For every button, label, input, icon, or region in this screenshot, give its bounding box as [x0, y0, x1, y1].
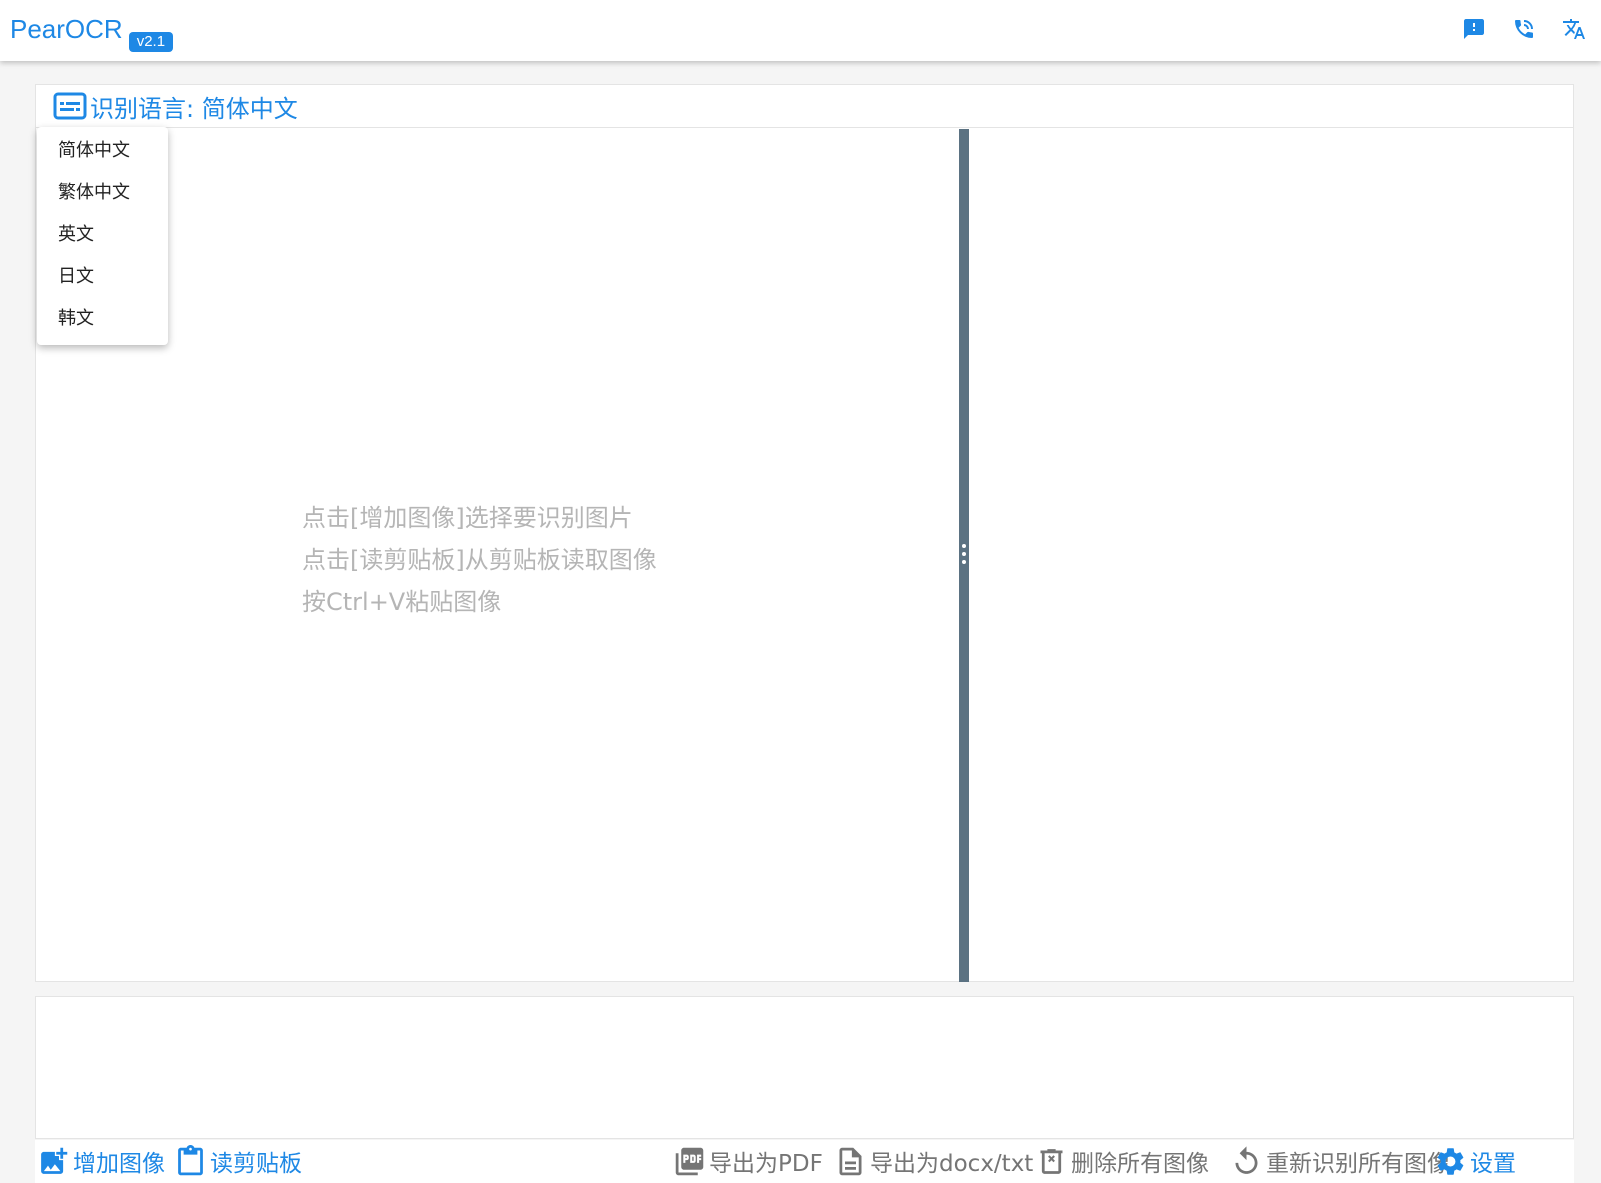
language-label: 识别语言: 简体中文	[90, 94, 298, 123]
settings-button[interactable]: 设置	[1434, 1143, 1516, 1179]
drag-handle-icon	[962, 544, 966, 566]
translate-icon[interactable]	[1561, 16, 1587, 42]
version-badge: v2.1	[128, 32, 174, 52]
export-docx-label: 导出为docx/txt	[870, 1151, 1034, 1177]
subtitles-icon	[53, 92, 87, 120]
hint-line: 点击[增加图像]选择要识别图片	[302, 504, 633, 532]
language-option-japanese[interactable]: 日文	[37, 257, 168, 299]
language-bar: 识别语言: 简体中文	[36, 85, 1573, 128]
bottom-toolbar: 增加图像 读剪贴板 导出为PDF 导出为docx/txt 删除所有图像 重新识别…	[35, 1140, 1574, 1183]
empty-hint: 点击[增加图像]选择要识别图片 点击[读剪贴板]从剪贴板读取图像 按Ctrl+V…	[302, 497, 657, 623]
pdf-icon	[675, 1147, 704, 1175]
delete-all-button[interactable]: 删除所有图像	[1035, 1143, 1209, 1179]
language-option-english[interactable]: 英文	[37, 215, 168, 257]
read-clipboard-button[interactable]: 读剪贴板	[174, 1143, 302, 1179]
hint-line: 按Ctrl+V粘贴图像	[302, 588, 502, 616]
language-menu: 简体中文 繁体中文 英文 日文 韩文	[37, 127, 168, 345]
language-option-korean[interactable]: 韩文	[37, 299, 168, 341]
gear-icon	[1437, 1147, 1464, 1175]
hint-line: 点击[读剪贴板]从剪贴板读取图像	[302, 546, 657, 574]
export-docx-button[interactable]: 导出为docx/txt	[834, 1143, 1033, 1179]
app-header: PearOCR v2.1	[0, 0, 1601, 61]
delete-icon	[1040, 1148, 1063, 1174]
add-photo-icon	[41, 1147, 68, 1174]
brand: PearOCR v2.1	[10, 14, 174, 52]
language-selector[interactable]: 识别语言: 简体中文	[53, 89, 298, 124]
header-actions	[1461, 16, 1587, 42]
thumbnail-strip[interactable]	[35, 996, 1574, 1139]
contact-phone-icon[interactable]	[1511, 16, 1537, 42]
result-pane[interactable]	[969, 129, 1573, 982]
app-title: PearOCR	[10, 14, 123, 44]
language-option-traditional-chinese[interactable]: 繁体中文	[37, 173, 168, 215]
delete-all-label: 删除所有图像	[1071, 1151, 1209, 1177]
app-window: PearOCR v2.1 识别语言: 简体中文 点击[增加图像]选择要识别图片 …	[0, 0, 1601, 1183]
document-icon	[839, 1147, 862, 1175]
image-drop-area[interactable]: 点击[增加图像]选择要识别图片 点击[读剪贴板]从剪贴板读取图像 按Ctrl+V…	[36, 129, 959, 982]
feedback-icon[interactable]	[1461, 16, 1487, 42]
language-option-simplified-chinese[interactable]: 简体中文	[37, 131, 168, 173]
add-image-label: 增加图像	[73, 1151, 165, 1177]
export-pdf-label: 导出为PDF	[709, 1151, 823, 1177]
refresh-icon	[1235, 1145, 1258, 1174]
export-pdf-button[interactable]: 导出为PDF	[673, 1143, 823, 1179]
add-image-button[interactable]: 增加图像	[37, 1143, 165, 1179]
settings-label: 设置	[1470, 1151, 1516, 1177]
main-panel: 识别语言: 简体中文 点击[增加图像]选择要识别图片 点击[读剪贴板]从剪贴板读…	[35, 84, 1574, 982]
read-clipboard-label: 读剪贴板	[210, 1151, 302, 1177]
reocr-all-button[interactable]: 重新识别所有图像	[1230, 1143, 1450, 1179]
pane-splitter[interactable]	[959, 129, 969, 982]
clipboard-icon	[178, 1144, 203, 1175]
reocr-all-label: 重新识别所有图像	[1266, 1151, 1450, 1177]
